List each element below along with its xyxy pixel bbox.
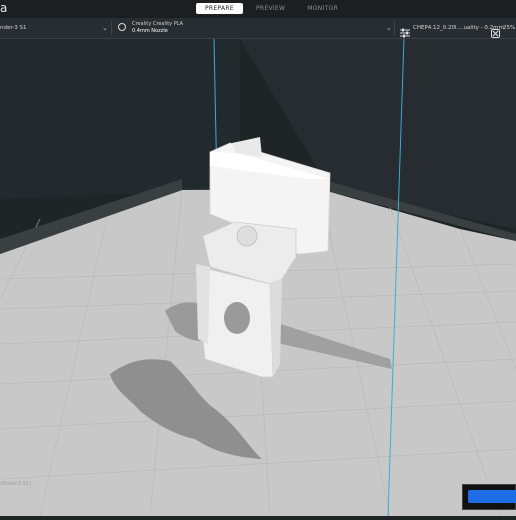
model-hole-front xyxy=(224,302,250,334)
material-spool-icon xyxy=(118,23,126,31)
tab-prepare[interactable]: PREPARE xyxy=(196,3,243,14)
app-title: a xyxy=(0,1,8,15)
printer-selector[interactable]: nder-3 S1 xyxy=(0,18,27,38)
scene-canvas xyxy=(0,38,516,517)
tab-monitor[interactable]: MONITOR xyxy=(298,3,347,14)
tab-preview[interactable]: PREVIEW xyxy=(247,3,294,14)
slice-panel xyxy=(462,484,516,510)
stage-tabs: PREPARE PREVIEW MONITOR xyxy=(196,3,347,14)
toolbar-divider xyxy=(394,21,395,35)
model-hole-top xyxy=(236,225,258,247)
material-name[interactable]: Creality Creality PLA xyxy=(132,21,183,28)
toolbar-divider xyxy=(111,21,112,35)
model-clip-left xyxy=(196,264,210,344)
toolbar: nder-3 S1 ⌄ Creality Creality PLA 0.4mm … xyxy=(0,18,516,39)
status-printer-label: (Ender-3 S1) xyxy=(0,481,32,487)
back-wall-left xyxy=(0,39,240,199)
top-bar: a PREPARE PREVIEW MONITOR xyxy=(0,0,516,18)
slice-button[interactable] xyxy=(468,490,516,503)
infill-percentage[interactable]: 25% xyxy=(503,18,515,38)
3d-viewport[interactable] xyxy=(0,38,516,517)
chevron-down-icon[interactable]: ⌄ xyxy=(386,24,392,32)
nozzle-size[interactable]: 0.4mm Nozzle xyxy=(132,28,168,35)
chevron-down-icon[interactable]: ⌄ xyxy=(102,24,108,32)
